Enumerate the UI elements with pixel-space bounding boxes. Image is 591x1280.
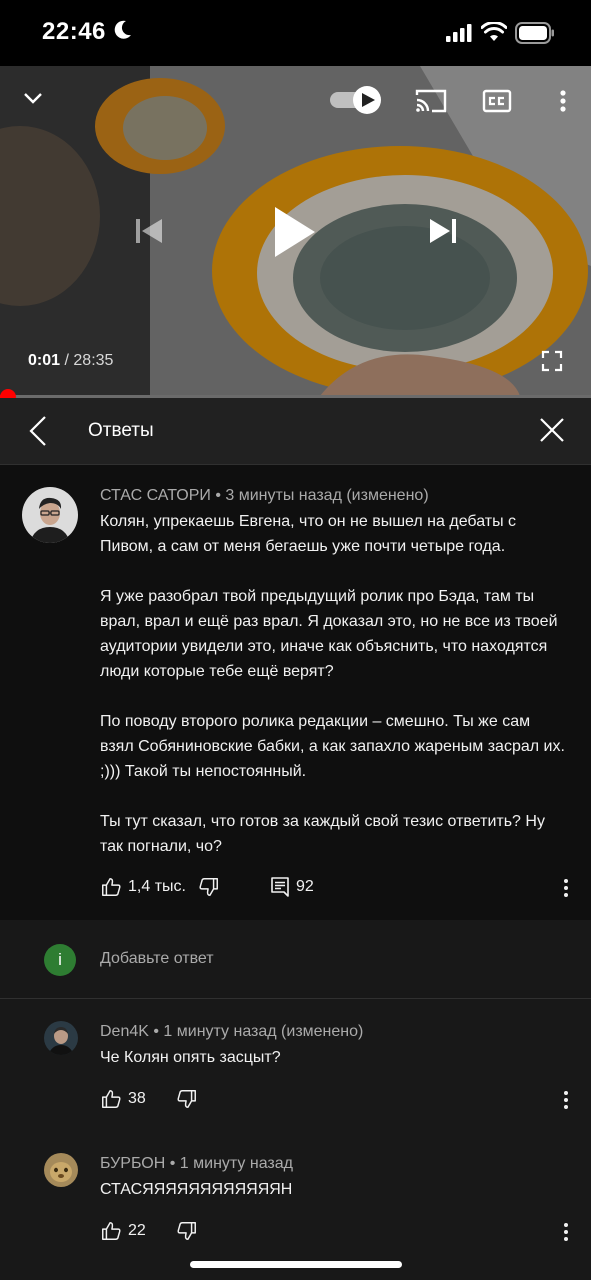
- like-button[interactable]: 22: [100, 1220, 146, 1242]
- back-arrow-icon[interactable]: [26, 414, 50, 448]
- dislike-button[interactable]: [198, 876, 220, 898]
- comment-time: • 1 минуту назад: [165, 1155, 293, 1172]
- dislike-button[interactable]: [176, 1220, 198, 1242]
- comment-paragraph: По поводу второго ролика редакции – смеш…: [100, 713, 565, 780]
- collapse-chevron-icon[interactable]: [22, 88, 44, 108]
- add-reply-row[interactable]: i Добавьте ответ: [0, 920, 591, 999]
- like-button[interactable]: 38: [100, 1088, 146, 1110]
- wifi-icon: [481, 22, 507, 41]
- moon-icon: [114, 20, 131, 39]
- comment-meta: Den4K • 1 минуту назад (изменено): [100, 1023, 363, 1041]
- comment-meta: БУРБОН • 1 минуту назад: [100, 1155, 293, 1173]
- avatar[interactable]: [44, 1153, 78, 1187]
- author-avatar-image: [22, 487, 78, 543]
- comment-time: • 3 минуты назад (изменено): [210, 487, 429, 504]
- like-button[interactable]: 1,4 тыс.: [100, 876, 186, 898]
- closed-captions-icon[interactable]: [482, 88, 512, 114]
- status-bar: 22:46: [0, 0, 591, 66]
- more-options-icon[interactable]: [556, 88, 570, 116]
- close-icon[interactable]: [538, 416, 566, 444]
- time-separator: /: [64, 352, 69, 369]
- avatar: i: [44, 944, 76, 976]
- comment-text: Че Колян опять засцыт?: [100, 1049, 281, 1066]
- avatar[interactable]: [44, 1021, 78, 1055]
- duration: 28:35: [73, 352, 114, 369]
- battery-icon: [515, 22, 554, 44]
- comment-menu-icon[interactable]: [563, 1091, 569, 1112]
- status-time: 22:46: [42, 18, 106, 45]
- author-avatar-image: [44, 1021, 78, 1055]
- reply-item: БУРБОН • 1 минуту назад СТАСЯЯЯЯЯЯЯЯЯЯЯЯ…: [0, 1131, 591, 1261]
- comment-menu-icon[interactable]: [563, 1223, 569, 1244]
- like-count: 22: [128, 1222, 146, 1239]
- main-comment: СТАС САТОРИ • 3 минуты назад (изменено) …: [0, 465, 591, 920]
- thumbs-up-icon: [102, 1090, 121, 1108]
- current-time: 0:01: [28, 352, 61, 369]
- video-time: 0:01 / 28:35: [28, 352, 113, 370]
- comment-author[interactable]: БУРБОН: [100, 1155, 165, 1172]
- play-button-icon[interactable]: [272, 204, 318, 260]
- cast-icon[interactable]: [414, 88, 448, 114]
- comment-icon: [271, 877, 289, 897]
- reply-count: 92: [296, 878, 314, 895]
- thumbs-down-icon: [177, 1222, 196, 1240]
- autoplay-toggle[interactable]: [330, 86, 384, 114]
- home-indicator[interactable]: [190, 1261, 402, 1268]
- comment-author[interactable]: Den4K: [100, 1023, 149, 1040]
- add-reply-input[interactable]: Добавьте ответ: [100, 950, 214, 968]
- comment-text: Колян, упрекаешь Евгена, что он не вышел…: [100, 509, 566, 859]
- fullscreen-icon[interactable]: [541, 350, 563, 372]
- panel-title: Ответы: [88, 420, 154, 441]
- comment-menu-icon[interactable]: [563, 879, 569, 900]
- thumbs-up-icon: [102, 878, 121, 896]
- replies-header: Ответы: [0, 398, 591, 465]
- thumbs-down-icon: [199, 878, 218, 896]
- next-video-icon[interactable]: [428, 216, 458, 246]
- author-avatar-image: [44, 1153, 78, 1187]
- thumbs-up-icon: [102, 1222, 121, 1240]
- comment-text: СТАСЯЯЯЯЯЯЯЯЯЯЯЯН: [100, 1181, 293, 1198]
- reply-item: Den4K • 1 минуту назад (изменено) Че Кол…: [0, 999, 591, 1129]
- comment-paragraph: Ты тут сказал, что готов за каждый свой …: [100, 813, 545, 855]
- previous-video-icon[interactable]: [134, 216, 164, 246]
- like-count: 1,4 тыс.: [128, 878, 186, 895]
- video-player[interactable]: 0:01 / 28:35: [0, 66, 591, 396]
- thumbs-down-icon: [177, 1090, 196, 1108]
- like-count: 38: [128, 1090, 146, 1107]
- cellular-signal-icon: [446, 24, 472, 42]
- dislike-button[interactable]: [176, 1088, 198, 1110]
- comment-paragraph: Я уже разобрал твой предыдущий ролик про…: [100, 588, 558, 680]
- comment-meta: СТАС САТОРИ • 3 минуты назад (изменено): [100, 487, 429, 505]
- comment-time: • 1 минуту назад (изменено): [148, 1023, 364, 1040]
- comment-author[interactable]: СТАС САТОРИ: [100, 487, 211, 504]
- avatar[interactable]: [22, 487, 78, 543]
- replies-button[interactable]: 92: [270, 876, 314, 898]
- comment-paragraph: Колян, упрекаешь Евгена, что он не вышел…: [100, 513, 517, 555]
